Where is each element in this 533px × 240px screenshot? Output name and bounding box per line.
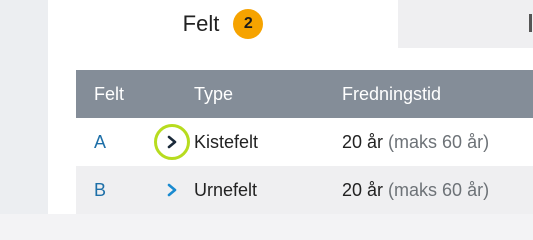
field-type: Urnefelt	[194, 166, 342, 214]
field-type: Kistefelt	[194, 118, 342, 166]
table-header-row: Felt Type Fredningstid	[76, 70, 533, 118]
fredningstid-value: 20 år	[342, 131, 384, 152]
left-gutter	[0, 0, 49, 214]
tab-next[interactable]	[398, 0, 533, 48]
tab-felt-count-badge: 2	[233, 9, 264, 39]
fields-panel: Felt Type Fredningstid A Kistefelt 20 år…	[48, 48, 533, 214]
column-header-felt[interactable]: Felt	[76, 70, 154, 118]
expand-row-button[interactable]	[154, 172, 190, 208]
chevron-right-icon	[167, 135, 177, 149]
tab-next-label-fragment	[529, 14, 532, 32]
expand-row-button[interactable]	[154, 124, 190, 160]
chevron-right-icon	[167, 183, 177, 197]
fredningstid-value: 20 år	[342, 179, 384, 200]
page: Felt 2 Felt Type Fredningstid A Kistefel…	[0, 0, 533, 214]
field-fredningstid: 20 år (maks 60 år)	[342, 166, 533, 214]
field-link[interactable]: A	[94, 132, 106, 152]
column-header-type[interactable]: Type	[194, 70, 342, 118]
table-row[interactable]: A Kistefelt 20 år (maks 60 år)	[76, 118, 533, 166]
fredningstid-max: (maks 60 år)	[388, 131, 490, 152]
column-header-spacer	[154, 70, 194, 118]
column-header-fredningstid[interactable]: Fredningstid	[342, 70, 533, 118]
tab-felt[interactable]: Felt 2	[48, 0, 398, 48]
fields-table: Felt Type Fredningstid A Kistefelt 20 år…	[76, 70, 533, 214]
tab-felt-label: Felt	[182, 11, 220, 36]
table-row[interactable]: B Urnefelt 20 år (maks 60 år)	[76, 166, 533, 214]
fredningstid-max: (maks 60 år)	[388, 179, 490, 200]
field-link[interactable]: B	[94, 180, 106, 200]
field-fredningstid: 20 år (maks 60 år)	[342, 118, 533, 166]
